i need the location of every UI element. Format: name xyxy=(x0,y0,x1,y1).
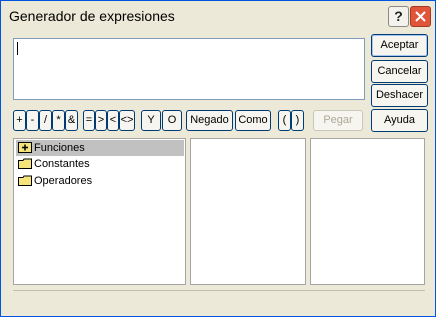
element-value-panel[interactable] xyxy=(310,138,425,285)
folder-icon xyxy=(18,158,32,169)
tree-item-functions[interactable]: Funciones xyxy=(16,140,184,156)
operator-equals-button[interactable]: = xyxy=(83,110,95,131)
status-bar xyxy=(13,290,425,310)
operator-rparen-button[interactable]: ) xyxy=(291,110,304,131)
operator-greater-button[interactable]: > xyxy=(95,110,107,131)
dialog-title: Generador de expresiones xyxy=(9,8,175,24)
title-bar: Generador de expresiones ? xyxy=(1,1,435,31)
operator-notequal-button[interactable]: <> xyxy=(119,110,135,131)
operator-and-button[interactable]: Y xyxy=(141,110,161,131)
expression-input[interactable] xyxy=(13,38,365,100)
cancel-button[interactable]: Cancelar xyxy=(371,60,428,83)
text-caret xyxy=(17,42,18,55)
operator-divide-button[interactable]: / xyxy=(39,110,52,131)
folder-expand-icon[interactable] xyxy=(18,142,32,153)
folder-icon xyxy=(18,175,32,186)
tree-item-label: Constantes xyxy=(34,158,90,170)
operator-plus-button[interactable]: + xyxy=(13,110,26,131)
help-icon[interactable]: ? xyxy=(388,6,409,27)
undo-button[interactable]: Deshacer xyxy=(371,84,428,107)
expression-builder-dialog: Generador de expresiones ? Aceptar Cance… xyxy=(0,0,436,317)
operator-lparen-button[interactable]: ( xyxy=(278,110,291,131)
accept-button[interactable]: Aceptar xyxy=(371,34,428,57)
operator-not-button[interactable]: Negado xyxy=(186,110,233,131)
operator-less-button[interactable]: < xyxy=(107,110,119,131)
operator-like-button[interactable]: Como xyxy=(235,110,271,131)
element-tree-panel[interactable]: Funciones Constantes Operadores xyxy=(13,138,186,285)
operator-concat-button[interactable]: & xyxy=(65,110,78,131)
operator-or-button[interactable]: O xyxy=(162,110,182,131)
element-category-panel[interactable] xyxy=(190,138,306,285)
paste-button[interactable]: Pegar xyxy=(313,110,363,131)
operator-minus-button[interactable]: - xyxy=(26,110,39,131)
operator-multiply-button[interactable]: * xyxy=(52,110,65,131)
close-icon[interactable] xyxy=(410,6,431,27)
tree-item-label: Funciones xyxy=(34,142,85,154)
tree-item-label: Operadores xyxy=(34,175,93,187)
help-button[interactable]: Ayuda xyxy=(371,109,428,132)
